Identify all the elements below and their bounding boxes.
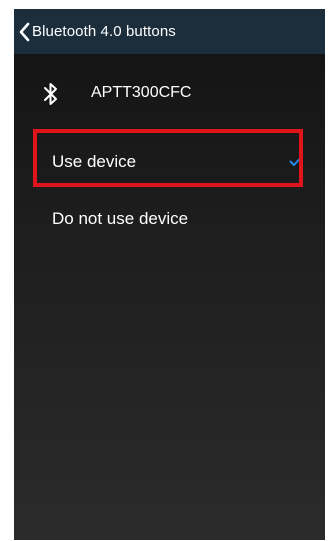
page-title: Bluetooth 4.0 buttons [32,23,176,40]
do-not-use-device-option[interactable]: Do not use device [14,197,325,241]
device-screen: Bluetooth 4.0 buttons APTT300CFC Use dev… [14,9,325,540]
chevron-left-icon[interactable] [18,22,30,42]
do-not-use-device-label: Do not use device [52,209,189,228]
use-device-label: Use device [52,152,137,171]
use-device-option[interactable]: Use device [14,140,325,184]
page-frame: Bluetooth 4.0 buttons APTT300CFC Use dev… [0,0,329,541]
bluetooth-icon [43,81,59,107]
device-name: APTT300CFC [91,84,192,101]
nav-bar-back-button[interactable]: Bluetooth 4.0 buttons [14,9,325,54]
device-row: APTT300CFC [14,71,325,115]
checkmark-icon [289,154,303,166]
